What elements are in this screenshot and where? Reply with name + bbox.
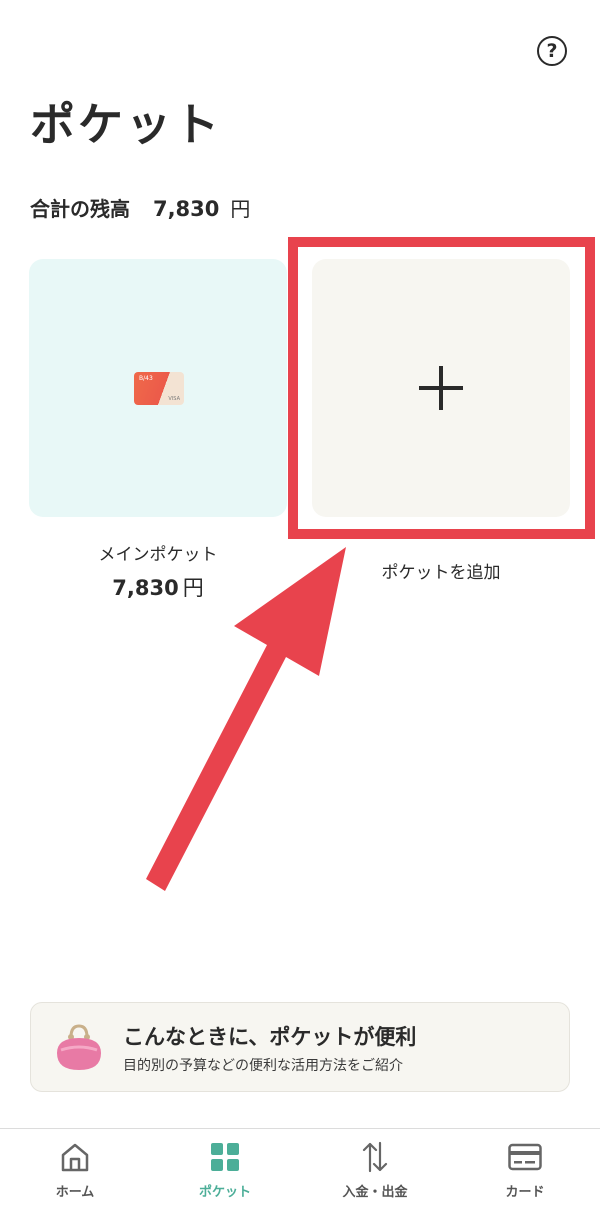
tab-card[interactable]: カード: [450, 1129, 600, 1220]
coin-purse-icon: [57, 1024, 101, 1070]
home-icon: [61, 1143, 89, 1172]
card-icon: [508, 1143, 542, 1171]
tab-deposit-withdraw-label: 入金・出金: [342, 1185, 408, 1200]
promo-title: こんなときに、ポケットが便利: [123, 1025, 417, 1049]
transfer-arrows-icon: [362, 1141, 388, 1173]
tab-home[interactable]: ホーム: [0, 1129, 150, 1220]
tab-home-label: ホーム: [55, 1185, 95, 1200]
tab-pocket[interactable]: ポケット: [150, 1129, 300, 1220]
tab-deposit-withdraw[interactable]: 入金・出金: [300, 1129, 450, 1220]
promo-subtitle: 目的別の予算などの便利な活用方法をご紹介: [123, 1058, 403, 1074]
promo-banner[interactable]: こんなときに、ポケットが便利 目的別の予算などの便利な活用方法をご紹介: [30, 1002, 570, 1092]
bottom-tab-bar: ホーム ポケット 入金・出金 カード: [0, 1128, 600, 1220]
grid-icon: [211, 1143, 239, 1171]
tab-pocket-label: ポケット: [198, 1185, 251, 1200]
tab-card-label: カード: [505, 1185, 545, 1200]
